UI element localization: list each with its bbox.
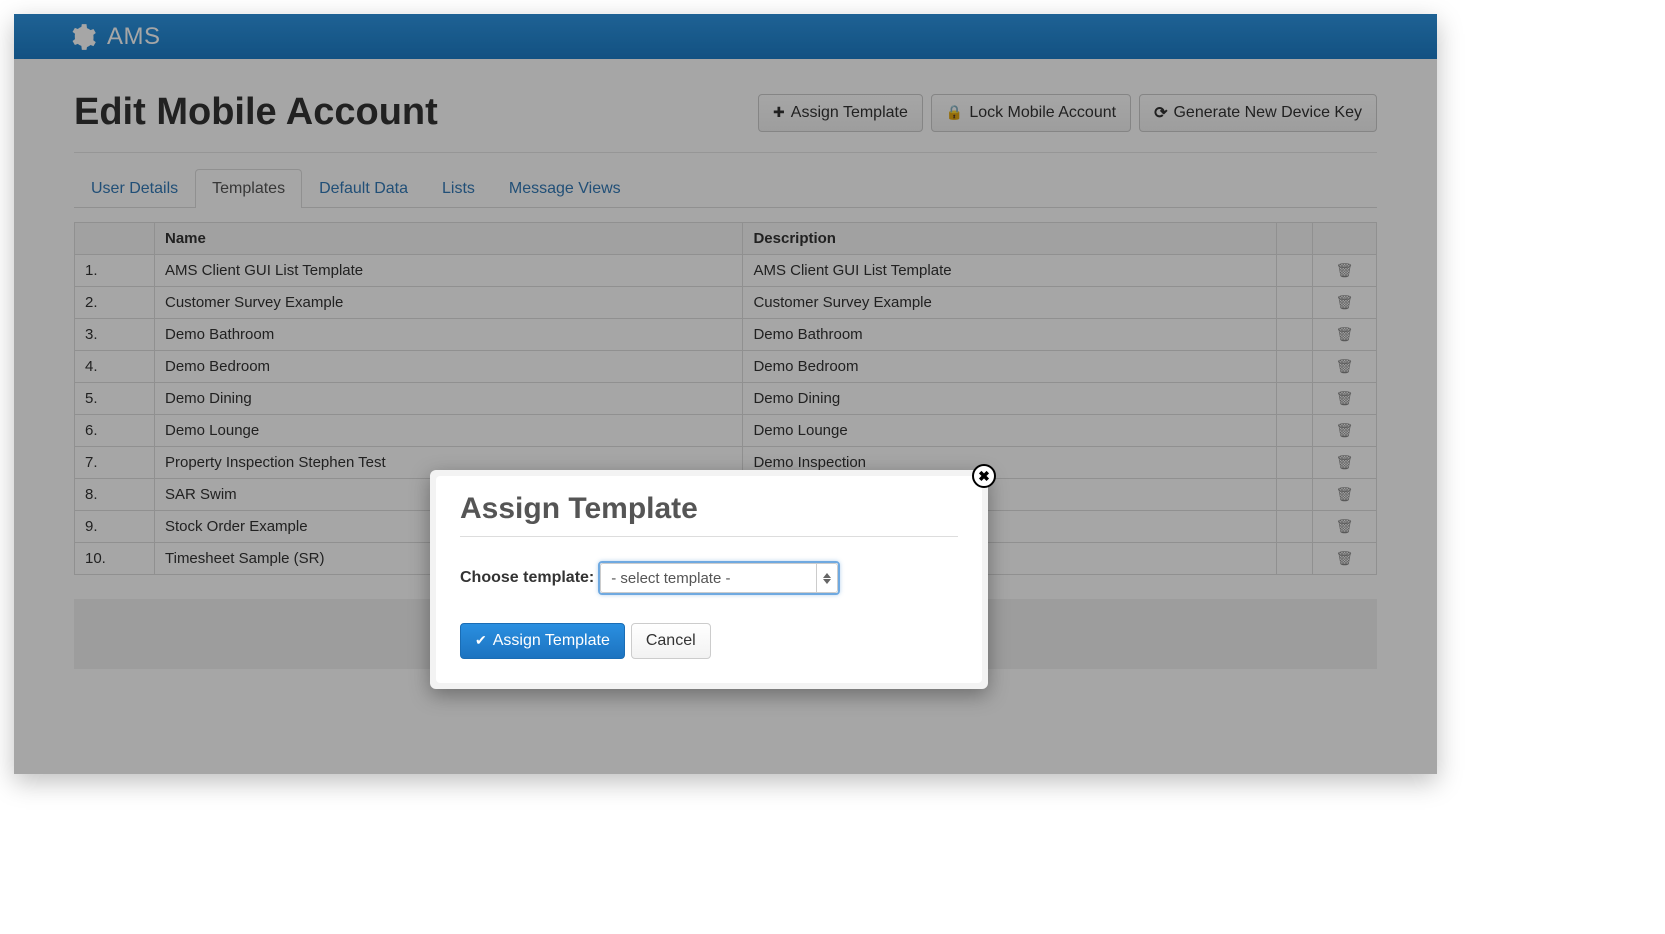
cancel-button[interactable]: Cancel xyxy=(631,623,711,659)
modal-title: Assign Template xyxy=(460,492,958,537)
chevron-updown-icon xyxy=(816,564,831,592)
assign-template-modal: ✖ Assign Template Choose template: - sel… xyxy=(430,470,988,689)
check-icon xyxy=(475,632,487,650)
confirm-assign-label: Assign Template xyxy=(493,632,610,650)
choose-template-row: Choose template: - select template - xyxy=(460,561,958,595)
modal-actions: Assign Template Cancel xyxy=(460,623,958,659)
close-icon: ✖ xyxy=(978,468,990,485)
cancel-label: Cancel xyxy=(646,632,696,650)
modal-body: Assign Template Choose template: - selec… xyxy=(436,476,982,683)
close-button[interactable]: ✖ xyxy=(972,464,996,488)
template-select[interactable]: - select template - xyxy=(598,561,840,595)
choose-template-label: Choose template: xyxy=(460,569,594,587)
confirm-assign-button[interactable]: Assign Template xyxy=(460,623,625,659)
template-select-value: - select template - xyxy=(611,570,730,587)
